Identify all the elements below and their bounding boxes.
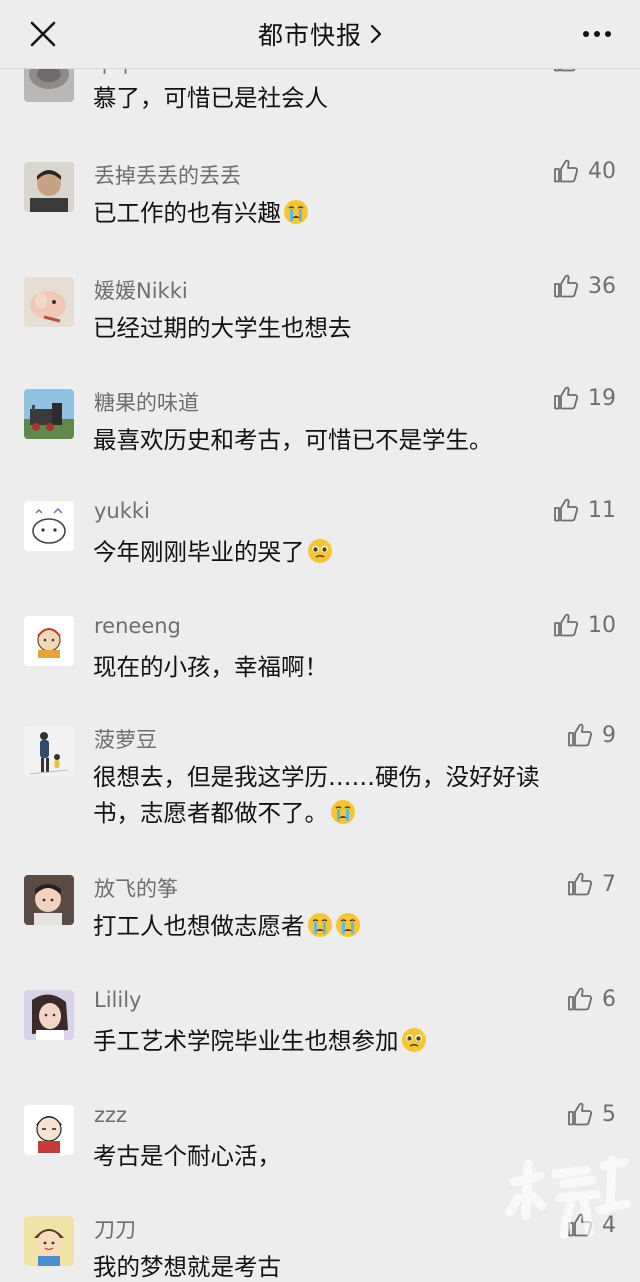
comment-author[interactable]: 媛媛Nikki (94, 275, 188, 305)
comment-text: 我的梦想就是考古 (93, 1249, 593, 1282)
like-count: 7 (602, 871, 616, 897)
comment-text-content: 慕了，可惜已是社会人 (93, 84, 328, 112)
avatar[interactable] (24, 501, 74, 551)
comment-text: 今年刚刚毕业的哭了 (93, 534, 593, 570)
like-button[interactable]: 36 (553, 273, 616, 299)
like-button[interactable]: 19 (553, 385, 616, 411)
comment-text-content: 打工人也想做志愿者 (93, 912, 305, 940)
comment-text-content: 已经过期的大学生也想去 (93, 314, 352, 342)
like-count: 19 (588, 385, 616, 411)
page-title: 都市快报 (257, 21, 362, 50)
thumbs-up-icon (568, 1102, 593, 1126)
thumbs-up-icon (568, 1213, 593, 1237)
comment-text-line: 很想去，但是我这学历……硬伤，没好好读 (93, 763, 540, 791)
close-icon[interactable] (26, 17, 60, 51)
comment-author[interactable]: 糖果的味道 (94, 387, 199, 417)
like-count: 9 (602, 722, 616, 748)
like-count: 40 (588, 158, 616, 184)
thumbs-up-icon (554, 274, 579, 298)
avatar[interactable] (24, 162, 74, 212)
comment-text-content: 最喜欢历史和考古，可惜已不是学生。 (93, 426, 493, 454)
crying-face-emoji (331, 800, 355, 824)
comment-text: 手工艺术学院毕业生也想参加 (93, 1023, 593, 1059)
comment-text-content: 考古是个耐心活， (93, 1142, 281, 1170)
comment-text: 很想去，但是我这学历……硬伤，没好好读 书，志愿者都做不了。 (93, 759, 593, 831)
comment-text-content: 我的梦想就是考古 (93, 1253, 281, 1281)
comment-text-content: 书，志愿者都做不了。 (93, 799, 328, 827)
avatar[interactable] (24, 875, 74, 925)
comment-text: 打工人也想做志愿者 (93, 908, 593, 944)
comment-text: 现在的小孩，幸福啊！ (93, 649, 593, 685)
thumbs-up-icon (554, 498, 579, 522)
comments-screen: 都市快报 羊羊 32 慕了，可惜已是社会人 丢掉丢丢的丢丢 40 已工作的也有兴… (0, 0, 640, 1282)
account-title-link[interactable]: 都市快报 (258, 16, 382, 52)
comment-text: 已工作的也有兴趣 (93, 195, 593, 231)
comment-author[interactable]: 放飞的筝 (94, 873, 178, 903)
like-button[interactable]: 9 (567, 722, 616, 748)
pleading-face-emoji (307, 539, 332, 563)
thumbs-up-icon (568, 987, 593, 1011)
more-icon[interactable] (582, 20, 612, 48)
pleading-face-emoji (401, 1028, 426, 1052)
comment-text-content: 手工艺术学院毕业生也想参加 (93, 1027, 399, 1055)
thumbs-up-icon (554, 386, 579, 410)
top-navigation-bar: 都市快报 (0, 0, 640, 69)
avatar[interactable] (24, 726, 74, 776)
avatar[interactable] (24, 1216, 74, 1266)
comment-author[interactable]: 菠萝豆 (94, 724, 157, 754)
like-count: 36 (588, 273, 616, 299)
thumbs-up-icon (568, 872, 593, 896)
avatar[interactable] (24, 277, 74, 327)
like-button[interactable]: 5 (567, 1101, 616, 1127)
like-button[interactable]: 6 (567, 986, 616, 1012)
like-button[interactable]: 10 (553, 612, 616, 638)
comment-author[interactable]: yukki (94, 499, 150, 523)
crying-face-emoji (335, 913, 360, 937)
like-count: 6 (602, 986, 616, 1012)
like-button[interactable]: 40 (553, 158, 616, 184)
crying-face-emoji (307, 913, 332, 937)
thumbs-up-icon (554, 159, 579, 183)
like-button[interactable]: 11 (553, 497, 616, 523)
like-count: 11 (588, 497, 616, 523)
avatar[interactable] (24, 1105, 74, 1155)
comment-text-line-2: 书，志愿者都做不了。 (93, 795, 593, 831)
avatar[interactable] (24, 990, 74, 1040)
comment-author[interactable]: 刀刀 (94, 1214, 136, 1244)
like-count: 5 (602, 1101, 616, 1127)
avatar[interactable] (24, 616, 74, 666)
comment-text: 已经过期的大学生也想去 (93, 310, 593, 346)
comment-author[interactable]: reneeng (94, 614, 181, 638)
thumbs-up-icon (554, 613, 579, 637)
like-count: 4 (602, 1212, 616, 1238)
page-title-container: 都市快报 (0, 16, 640, 52)
comment-author[interactable]: 丢掉丢丢的丢丢 (94, 160, 241, 190)
comment-text-content: 现在的小孩，幸福啊！ (93, 653, 328, 681)
avatar[interactable] (24, 389, 74, 439)
like-count: 10 (588, 612, 616, 638)
chevron-right-icon (370, 24, 382, 44)
comment-text: 慕了，可惜已是社会人 (93, 80, 593, 116)
like-button[interactable]: 7 (567, 871, 616, 897)
like-button[interactable]: 4 (567, 1212, 616, 1238)
comment-author[interactable]: zzz (94, 1103, 127, 1127)
comment-text-content: 已工作的也有兴趣 (93, 199, 281, 227)
thumbs-up-icon (568, 723, 593, 747)
comment-author[interactable]: Lilily (94, 988, 141, 1012)
comment-text-content: 今年刚刚毕业的哭了 (93, 538, 305, 566)
crying-face-emoji (284, 200, 308, 224)
comment-text: 考古是个耐心活， (93, 1138, 593, 1174)
comment-text: 最喜欢历史和考古，可惜已不是学生。 (93, 422, 593, 458)
